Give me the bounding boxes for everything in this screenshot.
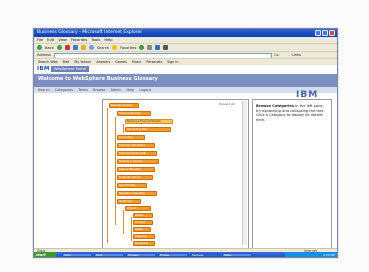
mail-icon[interactable]: [155, 45, 161, 50]
tree-node[interactable]: Provider: [133, 220, 153, 225]
search-button[interactable]: Search: [97, 46, 109, 50]
tree-node[interactable]: Customer Information: [117, 143, 155, 148]
back-button[interactable]: Back: [45, 46, 54, 50]
taskbar-item-active[interactable]: Business: [190, 253, 220, 257]
home-icon[interactable]: [80, 45, 86, 50]
minimize-button[interactable]: [315, 30, 321, 36]
menu-help[interactable]: Help: [104, 38, 112, 42]
title-bar: Business Glossary - Microsoft Internet E…: [34, 29, 337, 37]
menu-favorites[interactable]: Favorites: [71, 38, 87, 42]
tree-node[interactable]: Corporate Actions: [117, 175, 153, 180]
tree-connector: [123, 124, 124, 133]
links-item[interactable]: Sign In: [167, 60, 178, 64]
links-item[interactable]: My Yahoo!: [74, 60, 91, 64]
subnav-help[interactable]: Help: [126, 88, 134, 92]
window-title: Business Glossary - Microsoft Internet E…: [37, 30, 143, 35]
subnav-categories[interactable]: Categories: [55, 88, 73, 92]
links-item[interactable]: Games: [115, 60, 127, 64]
close-button[interactable]: [329, 30, 335, 36]
subnav-search[interactable]: Search: [38, 88, 50, 92]
category-tree-panel: Expand All Business Glossary Financial S…: [102, 99, 249, 249]
subnav-logout[interactable]: Logout: [139, 88, 151, 92]
banner-title: Welcome to WebSphere Business Glossary: [38, 76, 158, 82]
history-icon[interactable]: [147, 45, 153, 50]
favorites-star-icon[interactable]: [112, 45, 118, 50]
browser-window: Business Glossary - Microsoft Internet E…: [33, 28, 338, 258]
page-background: Business Glossary - Microsoft Internet E…: [0, 0, 369, 272]
links-item[interactable]: Answers: [96, 60, 110, 64]
tree-node[interactable]: Insurance & Risk: [125, 127, 171, 132]
print-icon[interactable]: [163, 45, 169, 50]
tree-node[interactable]: Financial Services: [117, 111, 151, 116]
subnav-browse[interactable]: Browse: [93, 88, 105, 92]
details-panel: Browse Categories In the left pane, try …: [252, 99, 332, 249]
tree-node[interactable]: Customer Relationship: [117, 151, 157, 156]
ibm-logo: IBM: [37, 66, 50, 72]
links-item[interactable]: Personals: [146, 60, 162, 64]
maximize-button[interactable]: [322, 30, 328, 36]
system-tray: 4:33 PM: [285, 252, 337, 257]
tree-connector: [131, 217, 132, 241]
subnav-admin[interactable]: Admin: [111, 88, 122, 92]
tree-node[interactable]: Business Glossary: [109, 103, 139, 108]
tree-node[interactable]: Legal Entities: [117, 183, 147, 188]
tree-node[interactable]: Patient: [133, 213, 153, 218]
tree-node[interactable]: Claims: [133, 227, 151, 232]
tab-websphere-portal[interactable]: WebSphere Portal: [51, 66, 89, 72]
tree-node[interactable]: Healthcare: [117, 199, 141, 204]
forward-icon[interactable]: [56, 45, 62, 50]
tree-connector: [107, 108, 108, 243]
tree-scrollbar[interactable]: [242, 101, 247, 245]
menu-view[interactable]: View: [58, 38, 67, 42]
clock: 4:33 PM: [322, 253, 335, 257]
taskbar-item[interactable]: Notes: [222, 253, 252, 257]
links-item[interactable]: Search Web: [38, 60, 58, 64]
back-icon[interactable]: [37, 45, 42, 50]
menu-edit[interactable]: Edit: [47, 38, 54, 42]
favorites-button[interactable]: Favorites: [120, 46, 136, 50]
links-item[interactable]: Mail: [63, 60, 70, 64]
tree-node[interactable]: Accounting: [117, 135, 145, 140]
taskbar-item[interactable]: Eclipse: [158, 253, 188, 257]
refresh-icon[interactable]: [72, 45, 78, 50]
tree-node[interactable]: Sales & Marketing: [117, 167, 155, 172]
menu-file[interactable]: File: [37, 38, 43, 42]
search-icon[interactable]: [88, 45, 94, 50]
tree-connector: [115, 117, 116, 225]
details-text: Browse Categories In the left pane, try …: [256, 104, 328, 122]
tree-node[interactable]: Procedures: [133, 241, 155, 246]
taskbar-item[interactable]: Glossary: [126, 253, 156, 257]
tree-node[interactable]: Products & Services: [117, 159, 159, 164]
start-button[interactable]: start: [34, 252, 56, 257]
taskbar-item[interactable]: Doc1: [94, 253, 124, 257]
welcome-banner: Welcome to WebSphere Business Glossary: [34, 74, 337, 87]
tree-node[interactable]: Regulatory Reporting: [117, 191, 157, 196]
menu-tools[interactable]: Tools: [91, 38, 100, 42]
stop-icon[interactable]: [64, 45, 70, 50]
details-heading: Browse Categories: [256, 104, 294, 108]
tree-node[interactable]: Clinical: [125, 206, 151, 211]
tree-node[interactable]: Diagnosis: [133, 234, 155, 239]
media-icon[interactable]: [139, 45, 145, 50]
toolbar: Back Search Favorites: [34, 43, 337, 51]
expand-all-link[interactable]: Expand All: [219, 102, 235, 106]
links-item[interactable]: Music: [132, 60, 141, 64]
tree-connector: [123, 210, 124, 234]
tree-node[interactable]: Banking & Financial Markets: [125, 119, 173, 124]
taskbar: start Inbox Doc1 Glossary Eclipse Busine…: [34, 252, 337, 257]
subnav-terms[interactable]: Terms: [78, 88, 88, 92]
taskbar-item[interactable]: Inbox: [62, 253, 92, 257]
